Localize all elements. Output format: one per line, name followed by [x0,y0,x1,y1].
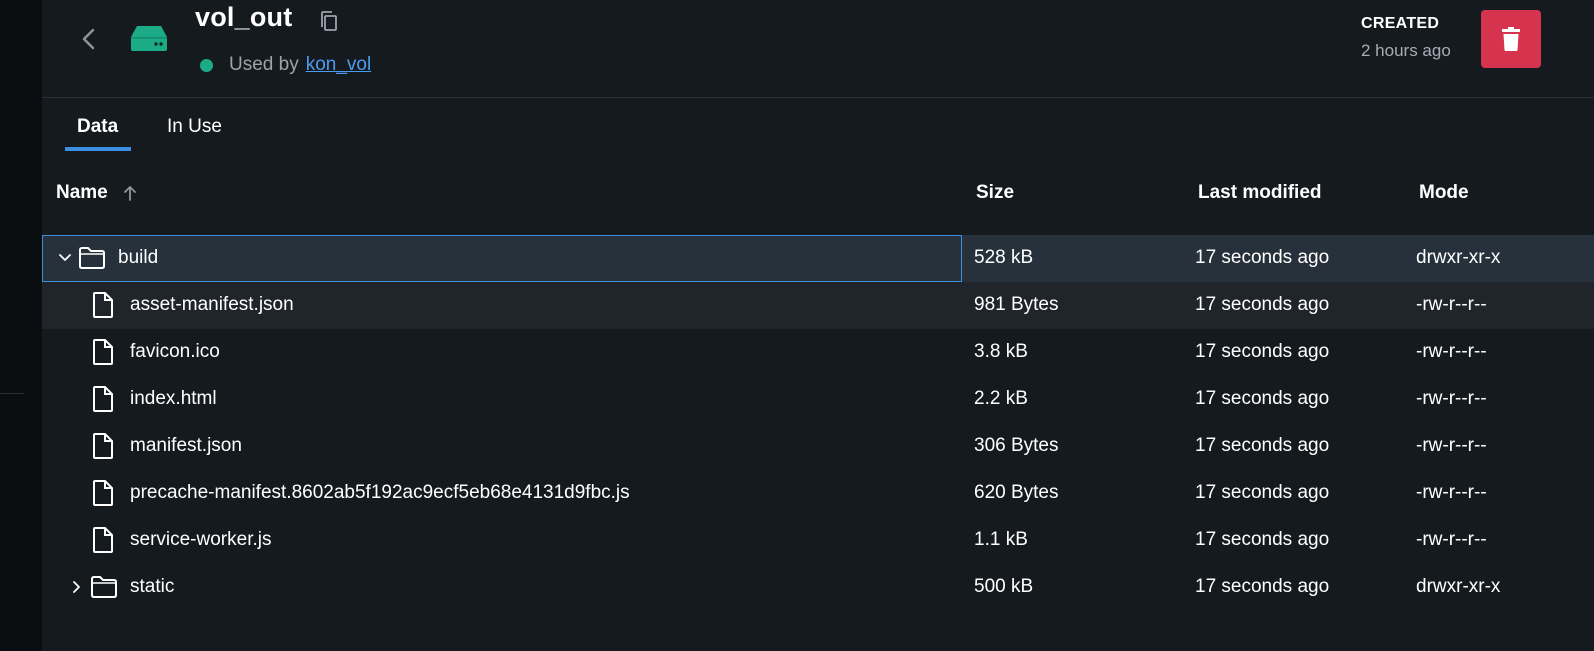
row-mode: -rw-r--r-- [1416,529,1487,550]
file-icon [93,339,113,365]
chevron-right-icon[interactable] [69,579,83,595]
row-name: index.html [130,388,217,409]
row-mode: -rw-r--r-- [1416,388,1487,409]
column-header-name-label: Name [56,182,108,203]
file-icon [93,292,113,318]
row-modified: 17 seconds ago [1195,388,1330,409]
volume-icon [130,24,168,52]
row-modified: 17 seconds ago [1195,482,1330,503]
copy-button[interactable] [318,10,340,34]
used-by-container-link[interactable]: kon_vol [306,54,372,76]
table-row[interactable]: static 500 kB 17 seconds ago drwxr-xr-x [42,564,1594,611]
file-icon [93,386,113,412]
row-modified: 17 seconds ago [1195,435,1330,456]
row-mode: drwxr-xr-x [1416,247,1501,268]
row-name: build [118,247,159,268]
row-modified: 17 seconds ago [1195,294,1330,315]
row-size: 306 Bytes [974,435,1059,456]
table-row[interactable]: build 528 kB 17 seconds ago drwxr-xr-x [42,235,1594,282]
row-mode: -rw-r--r-- [1416,341,1487,362]
column-header-last-modified[interactable]: Last modified [1198,182,1322,204]
copy-icon [321,11,337,31]
folder-icon [79,247,105,269]
created-label: CREATED [1361,15,1440,32]
volume-details-panel: vol_out Used by kon_vol CREATED 2 hours … [42,0,1594,651]
table-row[interactable]: index.html 2.2 kB 17 seconds ago -rw-r--… [42,376,1594,423]
used-by-row: Used by kon_vol [200,54,371,76]
file-icon [93,480,113,506]
focus-outline [42,235,962,282]
trash-icon [1502,27,1520,51]
row-mode: -rw-r--r-- [1416,482,1487,503]
row-name: favicon.ico [130,341,220,362]
active-tab-indicator [65,147,131,151]
tab-in-use[interactable]: In Use [167,116,222,138]
folder-icon [91,576,117,598]
chevron-down-icon[interactable] [58,250,72,266]
used-by-label: Used by [229,54,299,75]
row-name: static [130,576,175,597]
column-header-name[interactable]: Name [56,182,138,204]
delete-volume-button[interactable] [1481,10,1541,68]
row-modified: 17 seconds ago [1195,576,1330,597]
row-name: precache-manifest.8602ab5f192ac9ecf5eb68… [130,482,630,503]
sidebar-divider [0,393,24,394]
column-header-size[interactable]: Size [976,182,1014,204]
row-size: 981 Bytes [974,294,1059,315]
table-row[interactable]: favicon.ico 3.8 kB 17 seconds ago -rw-r-… [42,329,1594,376]
row-size: 1.1 kB [974,529,1028,550]
back-button[interactable] [78,26,100,52]
row-size: 3.8 kB [974,341,1028,362]
row-name: asset-manifest.json [130,294,294,315]
row-modified: 17 seconds ago [1195,247,1330,268]
tab-data[interactable]: Data [77,116,118,138]
file-icon [93,527,113,553]
column-header-mode[interactable]: Mode [1419,182,1469,204]
volume-header: vol_out Used by kon_vol CREATED 2 hours … [42,0,1594,98]
table-row[interactable]: manifest.json 306 Bytes 17 seconds ago -… [42,423,1594,470]
table-row[interactable]: asset-manifest.json 981 Bytes 17 seconds… [42,282,1594,329]
created-value: 2 hours ago [1361,41,1451,60]
sort-ascending-icon [123,186,136,201]
row-modified: 17 seconds ago [1195,341,1330,362]
row-mode: -rw-r--r-- [1416,294,1487,315]
status-indicator [200,58,213,72]
row-modified: 17 seconds ago [1195,529,1330,550]
row-mode: drwxr-xr-x [1416,576,1501,597]
table-row[interactable]: service-worker.js 1.1 kB 17 seconds ago … [42,517,1594,564]
row-mode: -rw-r--r-- [1416,435,1487,456]
row-size: 2.2 kB [974,388,1028,409]
row-size: 500 kB [974,576,1034,597]
row-name: manifest.json [130,435,242,456]
table-row[interactable]: precache-manifest.8602ab5f192ac9ecf5eb68… [42,470,1594,517]
file-icon [93,433,113,459]
row-size: 528 kB [974,247,1034,268]
chevron-left-icon [82,28,95,50]
row-size: 620 Bytes [974,482,1059,503]
left-sidebar-edge [0,0,42,651]
volume-title: vol_out [195,2,293,32]
row-name: service-worker.js [130,529,272,550]
